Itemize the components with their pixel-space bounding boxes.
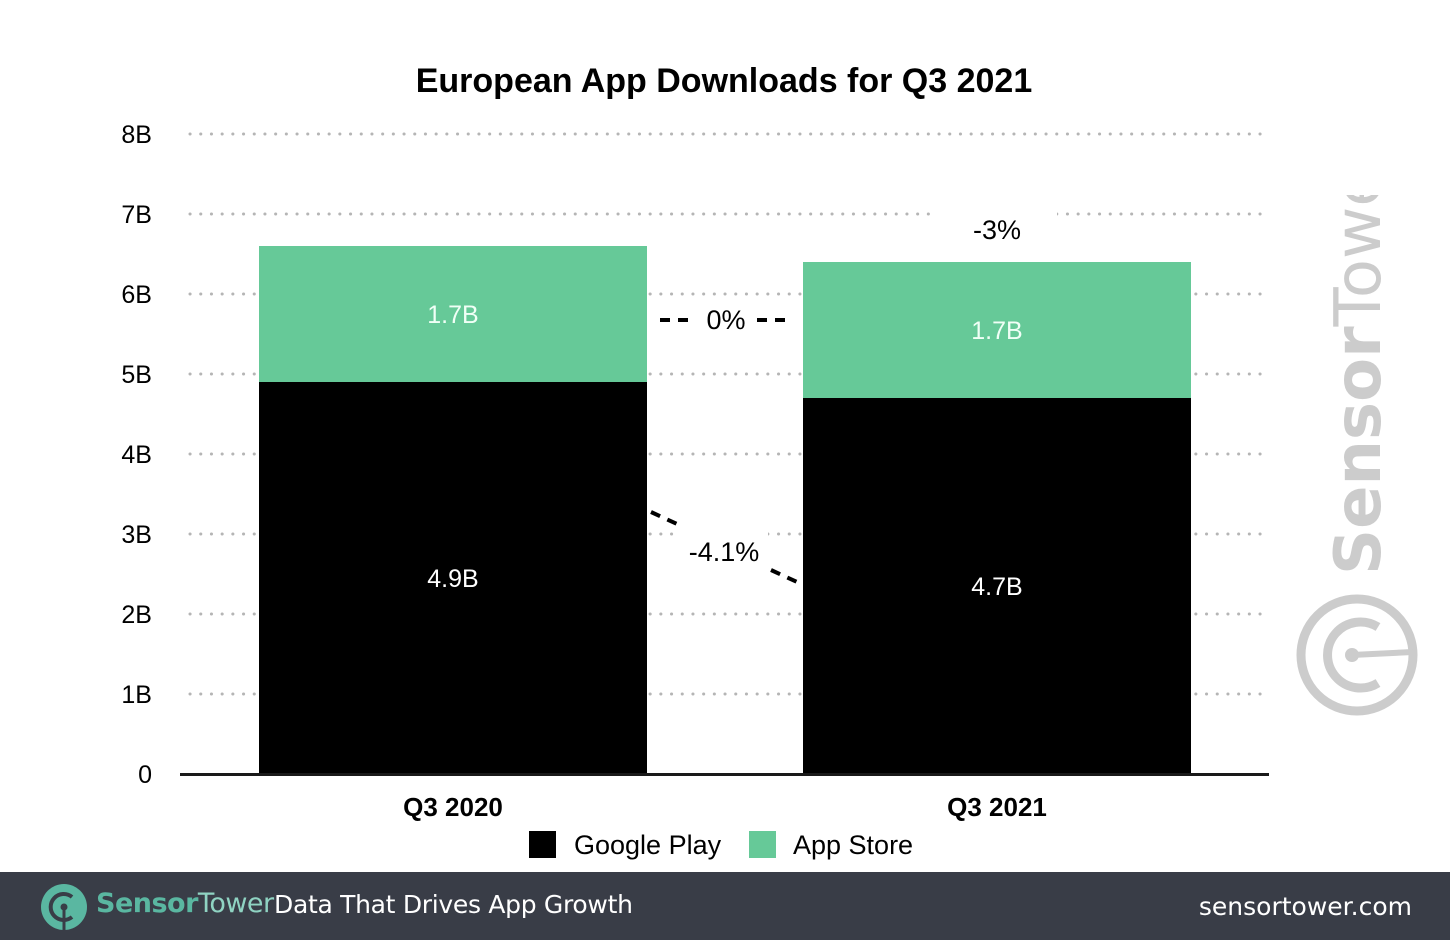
y-axis-tick-labels: 0 1B 2B 3B 4B 5B 6B 7B 8B [121, 121, 152, 789]
footer-website-link[interactable]: sensortower.com [1199, 892, 1412, 921]
x-tick-label: Q3 2020 [403, 792, 503, 822]
data-label: 1.7B [427, 301, 478, 329]
stacked-bar-chart: European App Downloads for Q3 2021 0 1B 2B… [121, 62, 1269, 860]
footer-brand-bold: Sensor [96, 888, 198, 919]
annotation-total-change: -3% [973, 215, 1021, 245]
footer-tagline: Data That Drives App Growth [274, 890, 633, 919]
footer-brand-light: Tower [197, 888, 274, 919]
y-tick-label: 2B [121, 601, 152, 629]
y-tick-label: 3B [121, 521, 152, 549]
sensortower-watermark: SensorTower [1296, 195, 1418, 716]
legend: Google Play App Store [529, 830, 913, 860]
annotation-app-store-change: 0% [706, 305, 745, 335]
y-tick-label: 8B [121, 121, 152, 149]
watermark-text: SensorTower [1322, 195, 1396, 575]
legend-swatch [749, 831, 776, 858]
footer-brand[interactable]: SensorTower [96, 888, 274, 919]
legend-label: App Store [793, 830, 913, 860]
sensortower-logo-icon[interactable] [40, 883, 88, 931]
annotation-connector [770, 568, 798, 584]
data-label: 4.7B [971, 573, 1022, 601]
data-label: 4.9B [427, 565, 478, 593]
x-axis-tick-labels: Q3 2020 Q3 2021 [403, 792, 1047, 822]
watermark-logo-icon [1296, 594, 1418, 716]
y-tick-label: 1B [121, 681, 152, 709]
annotation-google-play-change: -4.1% [689, 537, 760, 567]
y-tick-label: 4B [121, 441, 152, 469]
legend-label: Google Play [574, 830, 722, 860]
y-tick-label: 7B [121, 201, 152, 229]
annotation-connector [650, 510, 678, 526]
data-label: 1.7B [971, 317, 1022, 345]
chart-title: European App Downloads for Q3 2021 [416, 62, 1033, 100]
footer-bar: SensorTower Data That Drives App Growth … [0, 872, 1450, 940]
y-tick-label: 0 [138, 761, 152, 789]
y-tick-label: 6B [121, 281, 152, 309]
legend-swatch [529, 831, 556, 858]
y-tick-label: 5B [121, 361, 152, 389]
x-tick-label: Q3 2021 [947, 792, 1047, 822]
